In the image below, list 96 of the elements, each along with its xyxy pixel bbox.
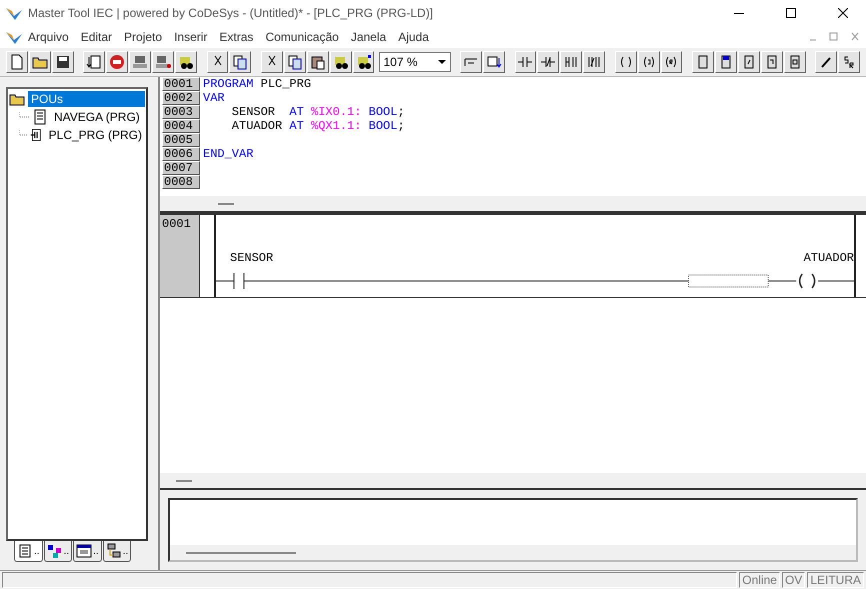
network-number: 0001 [160, 215, 200, 297]
toolbar-button[interactable] [815, 51, 838, 73]
menu-item[interactable]: Extras [213, 30, 260, 44]
zoom-dropdown[interactable]: 107 % [379, 52, 451, 72]
tree-item[interactable]: PLC_PRG (PRG) [46, 127, 145, 143]
toolbar-button[interactable] [838, 51, 860, 73]
toolbar-button[interactable] [760, 51, 783, 73]
contact-label: SENSOR [230, 251, 274, 265]
code-line: END_VAR [202, 147, 254, 161]
toolbar-button[interactable] [229, 51, 252, 73]
code-line: SENSOR AT %IX0.1: BOOL; [230, 105, 405, 119]
toolbar-button[interactable] [206, 51, 228, 73]
toolbar-button[interactable] [306, 51, 329, 73]
toolbar-button[interactable] [52, 51, 74, 73]
menu-item[interactable]: Editar [74, 30, 118, 44]
blocks-icon [46, 543, 63, 559]
maximize-icon [786, 8, 796, 18]
menu-item[interactable]: Ajuda [392, 30, 435, 44]
line-number: 0002 [162, 91, 200, 105]
object-tab[interactable]: .. [44, 541, 72, 562]
code-line: VAR [202, 91, 225, 105]
bird-logo-icon [6, 30, 22, 44]
line-number: 0004 [162, 119, 200, 133]
parallel-contact-icon [540, 54, 556, 70]
toolbar-button[interactable] [784, 51, 806, 73]
window-icon [76, 543, 92, 559]
computer-icon [154, 54, 171, 70]
insert-network-icon [486, 54, 502, 70]
document-icon [17, 543, 33, 559]
save-icon [54, 54, 71, 70]
toolbar-button[interactable] [83, 51, 106, 73]
line-number: 0001 [162, 77, 200, 91]
new-file-icon [8, 54, 25, 70]
status-indicator: LEITURA [807, 572, 864, 588]
toolbar-button[interactable] [692, 51, 714, 73]
toolbar-button[interactable] [284, 51, 306, 73]
toolbar-button[interactable] [352, 51, 374, 73]
menu-item[interactable]: Janela [344, 30, 392, 44]
scrollbar-thumb[interactable] [176, 480, 192, 482]
scrollbar-thumb[interactable] [186, 552, 296, 554]
toolbar-button[interactable] [583, 51, 605, 73]
object-tab[interactable]: .. [102, 541, 132, 562]
stop-icon [109, 54, 126, 70]
status-indicator: OV [782, 572, 806, 588]
menu-item[interactable]: Comunicação [259, 30, 345, 44]
copy-icon [287, 54, 304, 70]
line-number: 0003 [162, 105, 200, 119]
toolbar-button[interactable] [660, 51, 682, 73]
window-title: Master Tool IEC | powered by CoDeSys - (Untitled)* - [PLC_PRG (PRG-LD)] [28, 6, 434, 20]
tree-item[interactable]: POUs [28, 91, 145, 107]
toolbar-button[interactable] [738, 51, 760, 73]
line-number: 0008 [162, 175, 200, 189]
line-number: 0006 [162, 147, 200, 161]
binoculars-icon [356, 54, 372, 70]
toolbar-button[interactable] [638, 51, 660, 73]
toolbar-button[interactable] [537, 51, 560, 73]
toolbar-button[interactable] [482, 51, 505, 73]
line-number: 0007 [162, 161, 200, 175]
toolbar-button[interactable] [560, 51, 582, 73]
copy-icon [232, 54, 248, 70]
toolbar-button[interactable] [514, 51, 536, 73]
clipboard-icon [310, 54, 326, 70]
resources-icon [106, 543, 122, 559]
bird-logo-icon [6, 6, 22, 20]
toolbar-button[interactable] [174, 51, 197, 73]
close-icon [838, 8, 848, 18]
toolbar-button[interactable] [261, 51, 284, 73]
minimize-icon [734, 12, 744, 14]
contact-icon [517, 54, 534, 70]
toolbar-button[interactable] [614, 51, 637, 73]
computer-icon [132, 54, 148, 70]
binoculars-icon [332, 54, 349, 70]
dropdown-arrow-icon [438, 60, 446, 64]
code-line: ATUADOR AT %QX1.1: BOOL; [230, 119, 405, 133]
toolbar-button[interactable] [6, 51, 28, 73]
contact-icon [563, 54, 580, 70]
tree-item[interactable]: NAVEGA (PRG) [51, 109, 143, 125]
object-tab[interactable]: .. [14, 541, 43, 562]
menu-item[interactable]: Projeto [118, 30, 168, 44]
status-indicator: Online [739, 572, 780, 588]
object-tab[interactable]: .. [73, 541, 102, 562]
toolbar-button[interactable] [715, 51, 738, 73]
download-icon [86, 54, 102, 70]
menu-item[interactable]: Arquivo [22, 30, 75, 44]
coil-label: ATUADOR [804, 251, 854, 265]
code-line: PROGRAM PLC_PRG [202, 77, 312, 91]
line-number: 0005 [162, 133, 200, 147]
toolbar-button[interactable] [330, 51, 352, 73]
menu-item[interactable]: Inserir [168, 30, 214, 44]
toolbar-button[interactable] [460, 51, 482, 73]
scrollbar-thumb[interactable] [218, 202, 234, 204]
parallel-contact-icon [586, 54, 602, 70]
binoculars-icon [178, 54, 194, 70]
toolbar-button[interactable] [28, 51, 51, 73]
ladder-icon [30, 127, 43, 143]
document-icon [32, 109, 48, 125]
